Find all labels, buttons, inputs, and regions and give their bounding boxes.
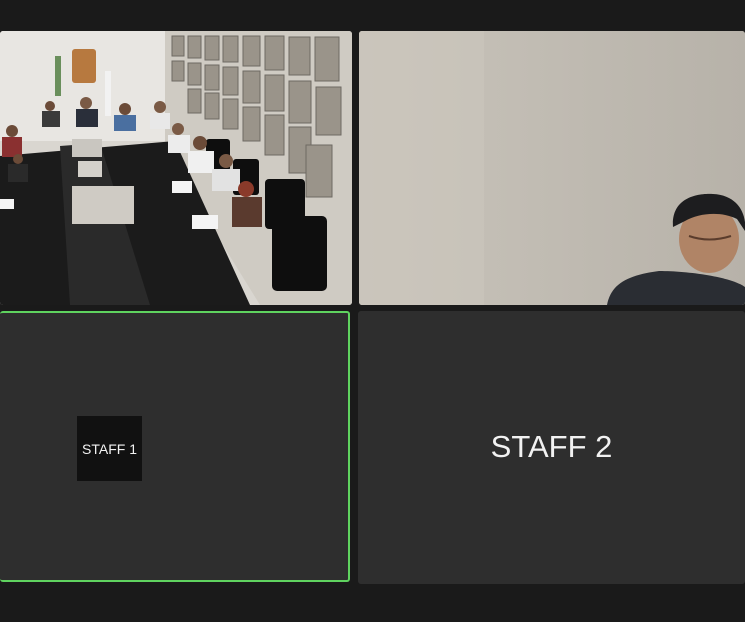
avatar: STAFF 1 — [77, 416, 142, 481]
participant-name-label: STAFF 1 — [82, 440, 137, 457]
participant-tile-staff-2[interactable]: STAFF 2 — [358, 311, 745, 584]
video-tile-webcam[interactable] — [359, 31, 745, 305]
participant-tile-staff-1[interactable]: STAFF 1 — [0, 311, 350, 582]
conference-room-video — [0, 31, 352, 305]
webcam-video — [359, 31, 745, 305]
participant-name-label: STAFF 2 — [490, 429, 613, 464]
gallery-view: STAFF 1 STAFF 2 — [0, 0, 745, 622]
video-tile-conference-room[interactable] — [0, 31, 352, 305]
